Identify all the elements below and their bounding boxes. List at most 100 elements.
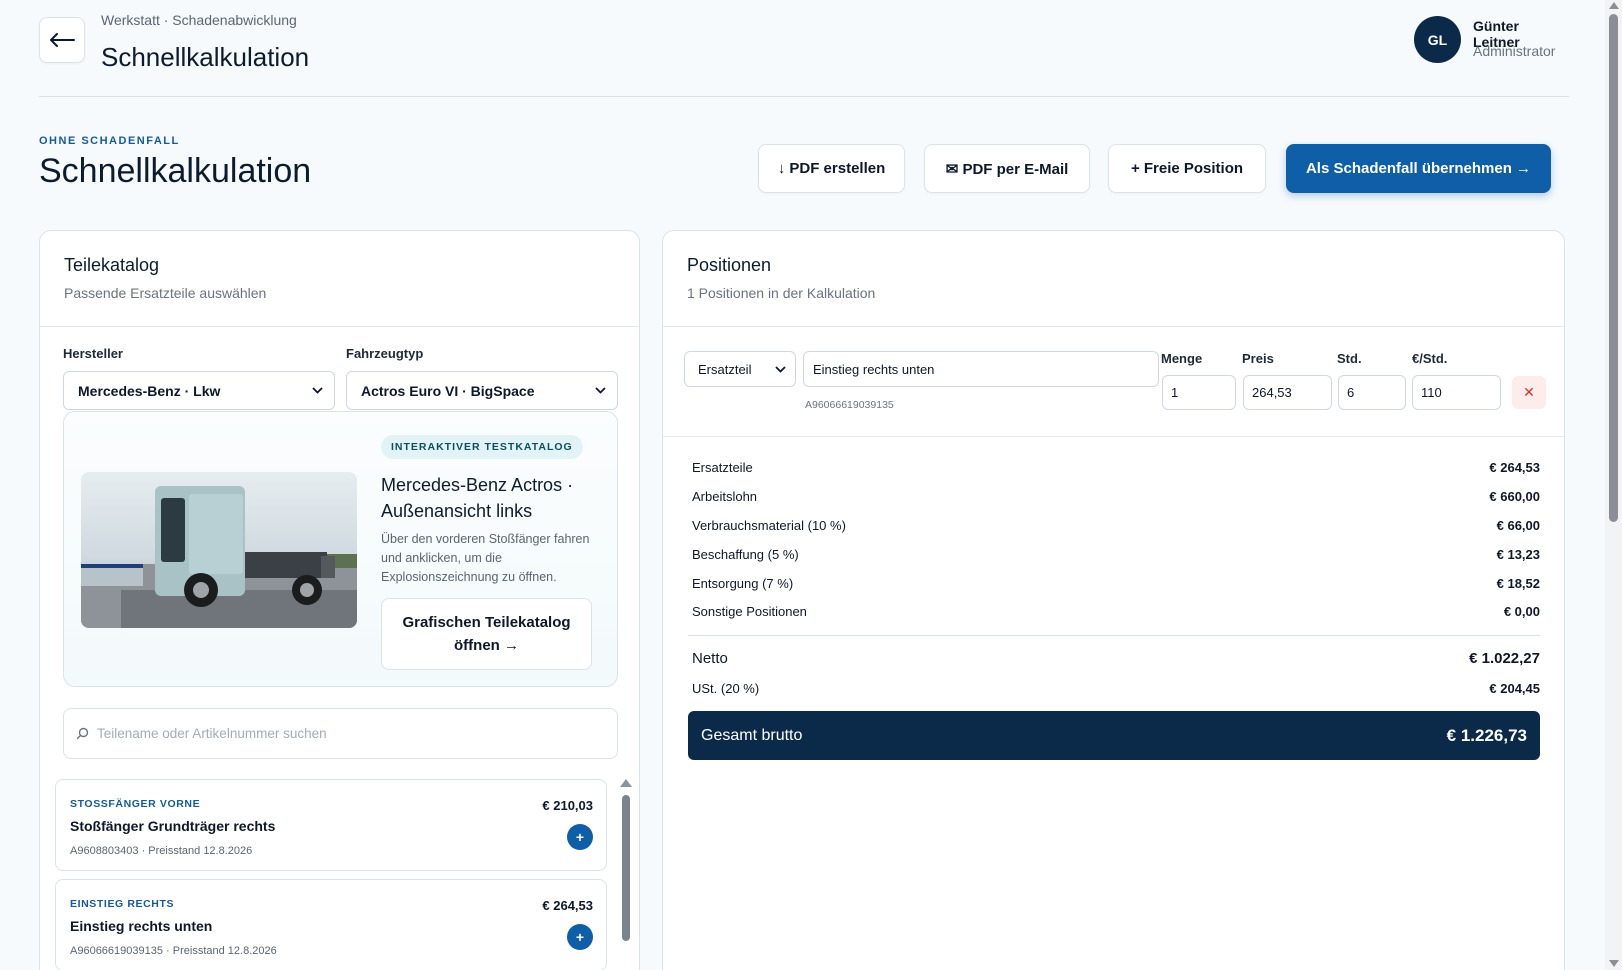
hours-input[interactable] <box>1338 375 1406 410</box>
summary-value: € 264,53 <box>1489 460 1540 475</box>
free-position-button[interactable]: + Freie Position <box>1108 144 1266 193</box>
truck-image[interactable] <box>81 472 357 628</box>
part-name: Stoßfänger Grundträger rechts <box>70 818 276 834</box>
plus-icon: + <box>575 929 585 945</box>
summary-value: € 660,00 <box>1489 489 1540 504</box>
scrollbar-thumb[interactable] <box>1609 14 1618 522</box>
catalog-subtitle: Passende Ersatzteile auswählen <box>64 285 267 301</box>
summary-value: € 13,23 <box>1496 547 1540 562</box>
manufacturer-value: Mercedes-Benz · Lkw <box>78 382 221 399</box>
part-name: Einstieg rechts unten <box>70 918 213 934</box>
summary-value: € 66,00 <box>1496 518 1540 533</box>
interactive-catalog-badge: INTERAKTIVER TESTKATALOG <box>381 435 583 459</box>
manufacturer-label: Hersteller <box>63 346 123 361</box>
vehicle-type-select[interactable]: Actros Euro VI · BigSpace <box>346 371 618 410</box>
position-description-input[interactable] <box>803 351 1159 387</box>
add-part-button[interactable]: + <box>567 924 593 950</box>
interactive-catalog-panel: INTERAKTIVER TESTKATALOG Mercedes-Benz A… <box>63 411 618 687</box>
part-category: STOSSFÄNGER VORNE <box>70 798 201 810</box>
net-value: € 1.022,27 <box>1469 650 1540 667</box>
summary-label: Beschaffung (5 %) <box>692 547 799 562</box>
chevron-down-icon <box>775 366 786 373</box>
price-label: Preis <box>1242 351 1274 366</box>
position-type-value: Ersatzteil <box>698 361 752 377</box>
summary-row: Ersatzteile € 264,53 <box>692 460 1540 475</box>
summary-row: Arbeitslohn € 660,00 <box>692 489 1540 504</box>
feature-title: Mercedes-Benz Actros · Außenansicht link… <box>381 475 574 521</box>
part-list-item[interactable]: EINSTIEG RECHTS Einstieg rechts unten A9… <box>55 879 607 970</box>
summary-row: Beschaffung (5 %) € 13,23 <box>692 547 1540 562</box>
part-list-item[interactable]: STOSSFÄNGER VORNE Stoßfänger Grundträger… <box>55 779 607 871</box>
summary-row: Verbrauchsmaterial (10 %) € 66,00 <box>692 518 1540 533</box>
part-meta: A96066619039135 · Preisstand 12.8.2026 <box>70 945 277 957</box>
take-over-claim-button[interactable]: Als Schadenfall übernehmen → <box>1286 144 1551 193</box>
page-eyebrow: OHNE SCHADENFALL <box>39 135 180 147</box>
positions-title: Positionen <box>687 255 772 275</box>
divider <box>688 635 1540 636</box>
hourly-rate-input[interactable] <box>1412 375 1501 410</box>
position-article-number: A96066619039135 <box>805 399 894 411</box>
hours-label: Std. <box>1337 351 1362 366</box>
page-title: Schnellkalkulation <box>39 152 312 190</box>
catalog-title: Teilekatalog <box>64 255 160 275</box>
manufacturer-select[interactable]: Mercedes-Benz · Lkw <box>63 371 335 410</box>
summary-value: € 0,00 <box>1503 604 1540 619</box>
breadcrumb: Werkstatt · Schadenabwicklung <box>101 12 297 28</box>
search-icon <box>76 727 89 740</box>
positions-card: Positionen 1 Positionen in der Kalkulati… <box>662 230 1565 970</box>
summary-label: Entsorgung (7 %) <box>692 576 794 591</box>
divider <box>40 326 639 327</box>
parts-search-input[interactable] <box>97 726 577 741</box>
vat-value: € 204,45 <box>1489 681 1540 696</box>
part-category: EINSTIEG RECHTS <box>70 898 175 910</box>
chevron-down-icon <box>595 387 606 394</box>
header-title: Schnellkalkulation <box>101 42 310 72</box>
net-row: Netto € 1.022,27 <box>692 650 1540 667</box>
pdf-create-button[interactable]: ↓ PDF erstellen <box>758 144 905 193</box>
part-meta: A9608803403 · Preisstand 12.8.2026 <box>70 845 253 857</box>
price-input[interactable] <box>1243 375 1332 410</box>
arrow-left-icon <box>50 33 75 47</box>
vehicle-type-label: Fahrzeugtyp <box>346 346 424 361</box>
feature-description: Über den vorderen Stoßfänger fahren und … <box>381 532 590 584</box>
pdf-email-button[interactable]: ✉ PDF per E-Mail <box>924 144 1090 193</box>
add-part-button[interactable]: + <box>567 824 593 850</box>
close-icon: ✕ <box>1523 384 1535 400</box>
plus-icon: + <box>575 829 585 845</box>
open-graphic-catalog-button[interactable]: Grafischen Teilekatalog öffnen → <box>381 598 592 670</box>
scroll-up-icon[interactable] <box>620 779 632 787</box>
position-type-select[interactable]: Ersatzteil <box>684 351 796 387</box>
part-price: € 210,03 <box>542 798 593 813</box>
vehicle-type-value: Actros Euro VI · BigSpace <box>361 382 535 399</box>
top-header: Werkstatt · Schadenabwicklung Schnellkal… <box>39 0 1569 97</box>
net-label: Netto <box>692 650 728 667</box>
delete-position-button[interactable]: ✕ <box>1512 376 1546 409</box>
scroll-down-icon[interactable] <box>1609 960 1619 967</box>
scroll-up-icon[interactable] <box>1609 2 1619 9</box>
summary-label: Arbeitslohn <box>692 489 758 504</box>
summary-label: Ersatzteile <box>692 460 753 475</box>
summary-row: Entsorgung (7 %) € 18,52 <box>692 576 1540 591</box>
vat-row: USt. (20 %) € 204,45 <box>692 681 1540 696</box>
scrollbar-thumb[interactable] <box>622 795 630 941</box>
summary-label: Sonstige Positionen <box>692 604 807 619</box>
summary-label: Verbrauchsmaterial (10 %) <box>692 518 846 533</box>
total-label: Gesamt brutto <box>701 726 803 744</box>
position-row: Ersatzteil A96066619039135 Menge Preis S… <box>663 327 1564 437</box>
parts-search <box>63 708 618 759</box>
back-button[interactable] <box>39 17 85 63</box>
quantity-label: Menge <box>1161 351 1203 366</box>
total-value: € 1.226,73 <box>1446 725 1527 745</box>
total-gross-bar: Gesamt brutto € 1.226,73 <box>688 711 1540 760</box>
user-role: Administrator <box>1473 43 1556 59</box>
summary-value: € 18,52 <box>1496 576 1540 591</box>
quantity-input[interactable] <box>1162 375 1236 410</box>
page-scrollbar[interactable] <box>1605 0 1622 970</box>
parts-list-scrollbar[interactable] <box>620 779 632 970</box>
chevron-down-icon <box>312 387 323 394</box>
hourly-rate-label: €/Std. <box>1412 351 1448 366</box>
parts-catalog-card: Teilekatalog Passende Ersatzteile auswäh… <box>39 230 640 970</box>
avatar[interactable]: GL <box>1414 16 1461 63</box>
part-price: € 264,53 <box>542 898 593 913</box>
positions-subtitle: 1 Positionen in der Kalkulation <box>687 285 876 301</box>
